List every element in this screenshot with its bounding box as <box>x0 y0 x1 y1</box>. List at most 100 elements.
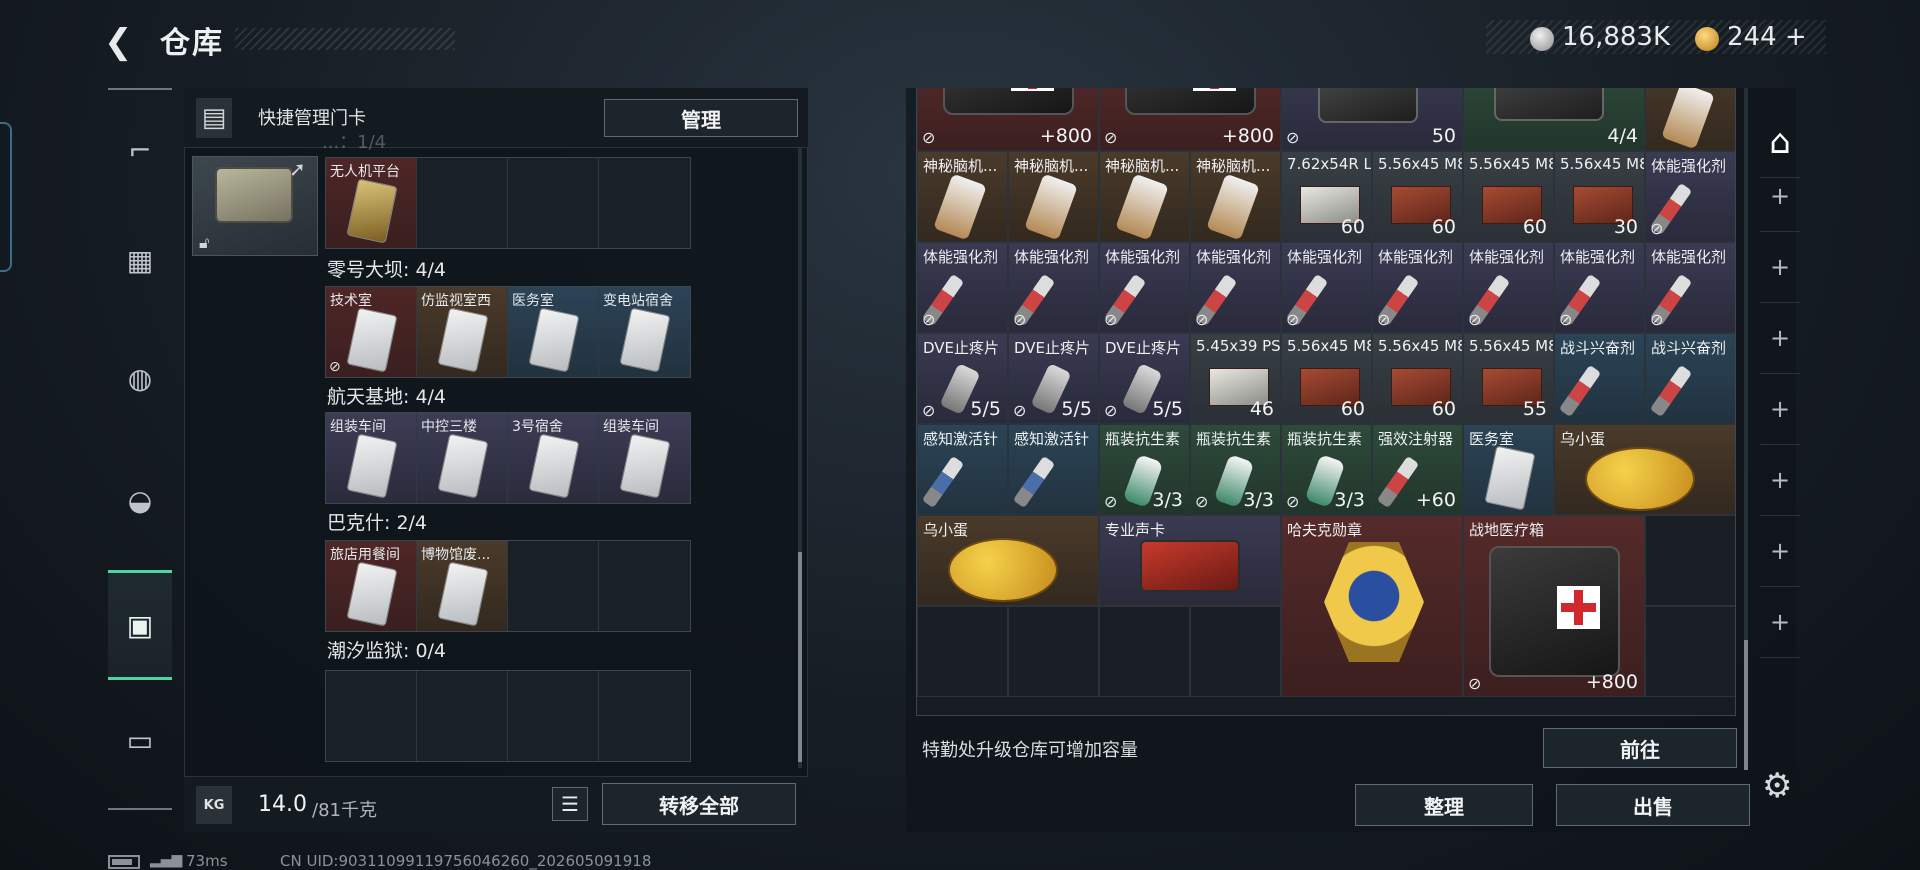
no-drop-icon: ⊘ <box>1195 310 1209 329</box>
storage-item[interactable]: 体能强化剂 ⊘ <box>1099 242 1190 333</box>
storage-item[interactable]: +800 ⊘ <box>917 88 1099 151</box>
storage-item[interactable]: 体能强化剂 ⊘ <box>1463 242 1554 333</box>
keycard-slot[interactable]: 技术室 ⊘ <box>326 287 417 377</box>
storage-item[interactable]: 战斗兴奋剂 <box>1554 333 1645 424</box>
empty-keycard-slot[interactable] <box>599 541 690 631</box>
empty-storage-cell[interactable] <box>1190 606 1281 697</box>
back-arrow-icon[interactable]: ❮ <box>104 22 144 62</box>
storage-item[interactable]: 瓶装抗生素 3/3 ⊘ <box>1190 424 1281 515</box>
list-view-icon[interactable]: ☰ <box>552 787 588 821</box>
storage-item[interactable]: 神秘脑机... <box>1645 88 1735 151</box>
storage-item[interactable]: 战地医疗箱 +800 ⊘ <box>1463 515 1645 697</box>
empty-keycard-slot[interactable] <box>599 158 690 248</box>
storage-item[interactable]: 感知激活针 <box>917 424 1008 515</box>
empty-storage-cell[interactable] <box>917 606 1008 697</box>
empty-keycard-slot[interactable] <box>599 671 690 761</box>
keycard-slot[interactable]: 无人机平台 <box>326 158 417 248</box>
storage-item[interactable]: 5.56x45 M855A1 60 <box>1463 151 1554 242</box>
empty-keycard-slot[interactable] <box>508 541 599 631</box>
empty-storage-cell[interactable] <box>1099 606 1190 697</box>
empty-keycard-slot[interactable] <box>326 671 417 761</box>
add-storage-page-icon[interactable]: + <box>1760 586 1800 658</box>
empty-storage-cell[interactable] <box>1645 606 1735 697</box>
goto-button[interactable]: 前往 <box>1543 728 1737 768</box>
storage-scrollbar-thumb[interactable] <box>1744 640 1748 770</box>
storage-item[interactable]: 强效注射器 +60 <box>1372 424 1463 515</box>
storage-item[interactable]: 战斗兴奋剂 <box>1645 333 1735 424</box>
storage-item[interactable]: 体能强化剂 ⊘ <box>1281 242 1372 333</box>
storage-item[interactable]: 5.56x45 M855 60 <box>1372 333 1463 424</box>
storage-item[interactable]: 神秘脑机... <box>1008 151 1099 242</box>
storage-item[interactable]: 专业声卡 <box>1099 515 1281 606</box>
storage-item[interactable]: 5.56x45 M855 55 <box>1463 333 1554 424</box>
nav-weapon-pistol-icon[interactable]: ⌐ <box>108 118 172 182</box>
empty-storage-cell[interactable] <box>1645 515 1735 606</box>
nav-vest-icon[interactable]: ▦ <box>108 228 172 292</box>
add-storage-page-icon[interactable]: + <box>1760 444 1800 516</box>
storage-item[interactable]: 5.56x45 M855A1 60 <box>1372 151 1463 242</box>
storage-item[interactable]: 乌小蛋 <box>917 515 1099 606</box>
storage-item[interactable]: 体能强化剂 ⊘ <box>1372 242 1463 333</box>
sell-button[interactable]: 出售 <box>1556 784 1750 826</box>
storage-item[interactable]: DVE止疼片 5/5 ⊘ <box>917 333 1008 424</box>
storage-item[interactable]: 瓶装抗生素 3/3 ⊘ <box>1281 424 1372 515</box>
keycard-slot[interactable]: 医务室 <box>508 287 599 377</box>
keycard-slot[interactable]: 组装车间 <box>326 413 417 503</box>
left-edge-handle[interactable] <box>0 122 12 272</box>
storage-item[interactable]: 哈夫克勋章 <box>1281 515 1463 697</box>
add-currency-icon[interactable]: + <box>1785 22 1807 52</box>
add-storage-page-icon[interactable]: + <box>1760 515 1800 587</box>
storage-item[interactable]: DVE止疼片 5/5 ⊘ <box>1008 333 1099 424</box>
keycard-slot[interactable]: 博物馆废... <box>417 541 508 631</box>
storage-item[interactable]: 感知激活针 <box>1008 424 1099 515</box>
nav-bag-icon[interactable]: ◒ <box>108 468 172 532</box>
add-storage-page-icon[interactable]: + <box>1760 373 1800 445</box>
storage-item[interactable]: 5.45x39 PS 46 <box>1190 333 1281 424</box>
keycard-slot[interactable]: 旅店用餐间 <box>326 541 417 631</box>
storage-item[interactable]: 瓶装抗生素 3/3 ⊘ <box>1099 424 1190 515</box>
add-storage-page-icon[interactable]: + <box>1760 231 1800 303</box>
manage-button[interactable]: 管理 <box>604 99 798 137</box>
keycard-scrollbar-thumb[interactable] <box>798 552 802 762</box>
storage-item[interactable]: 乌小蛋 <box>1554 424 1735 515</box>
nav-backpack-icon[interactable]: ◍ <box>108 346 172 410</box>
keycard-slot[interactable]: 3号宿舍 <box>508 413 599 503</box>
storage-item[interactable]: +800 ⊘ <box>1099 88 1281 151</box>
nav-keycard-case-icon[interactable]: ▣ <box>108 570 172 680</box>
storage-item[interactable]: 医务室 <box>1463 424 1554 515</box>
empty-keycard-slot[interactable] <box>417 158 508 248</box>
empty-storage-cell[interactable] <box>1008 606 1099 697</box>
keycard-slot[interactable]: 中控三楼 <box>417 413 508 503</box>
keycard-slot[interactable]: 仿监视室西 <box>417 287 508 377</box>
keycard-case-slot[interactable]: ➚ 🔓︎ <box>192 156 318 256</box>
empty-keycard-slot[interactable] <box>508 671 599 761</box>
settings-gear-icon[interactable]: ⚙ <box>1762 766 1792 806</box>
storage-item[interactable]: 体能强化剂 ⊘ <box>917 242 1008 333</box>
storage-item[interactable]: 体能强化剂 ⊘ <box>1554 242 1645 333</box>
storage-item[interactable]: 神秘脑机... <box>1190 151 1281 242</box>
nav-toolbox-icon[interactable]: ▭ <box>108 708 172 772</box>
storage-item[interactable]: 神秘脑机... <box>1099 151 1190 242</box>
storage-item[interactable]: 体能强化剂 ⊘ <box>1645 151 1735 242</box>
storage-item[interactable]: DVE止疼片 5/5 ⊘ <box>1099 333 1190 424</box>
storage-item[interactable]: 体能强化剂 ⊘ <box>1008 242 1099 333</box>
no-drop-icon: ⊘ <box>329 359 341 375</box>
add-storage-page-icon[interactable]: + <box>1760 160 1800 232</box>
add-storage-page-icon[interactable]: + <box>1760 302 1800 374</box>
empty-keycard-slot[interactable] <box>508 158 599 248</box>
keycard-slot[interactable]: 组装车间 <box>599 413 690 503</box>
storage-item[interactable]: 神秘脑机... <box>917 151 1008 242</box>
storage-item[interactable]: 体能强化剂 ⊘ <box>1190 242 1281 333</box>
keycard-slot[interactable]: 变电站宿舍 <box>599 287 690 377</box>
empty-keycard-slot[interactable] <box>417 671 508 761</box>
storage-item[interactable]: 5.56x45 M855A1 30 <box>1554 151 1645 242</box>
sort-button[interactable]: 整理 <box>1355 784 1533 826</box>
lock-icon: 🔓︎ <box>199 233 210 252</box>
storage-item[interactable]: 标准头盔50⊘ <box>1281 88 1463 151</box>
storage-item[interactable]: 体能强化剂 ⊘ <box>1645 242 1735 333</box>
storage-item[interactable]: 战术手术包4/4 <box>1463 88 1645 151</box>
storage-item[interactable]: 5.56x45 M855 60 <box>1281 333 1372 424</box>
ticket-balance[interactable]: 244 + <box>1727 22 1807 52</box>
storage-item[interactable]: 7.62x54R LPS 60 <box>1281 151 1372 242</box>
transfer-all-button[interactable]: 转移全部 <box>602 783 796 825</box>
